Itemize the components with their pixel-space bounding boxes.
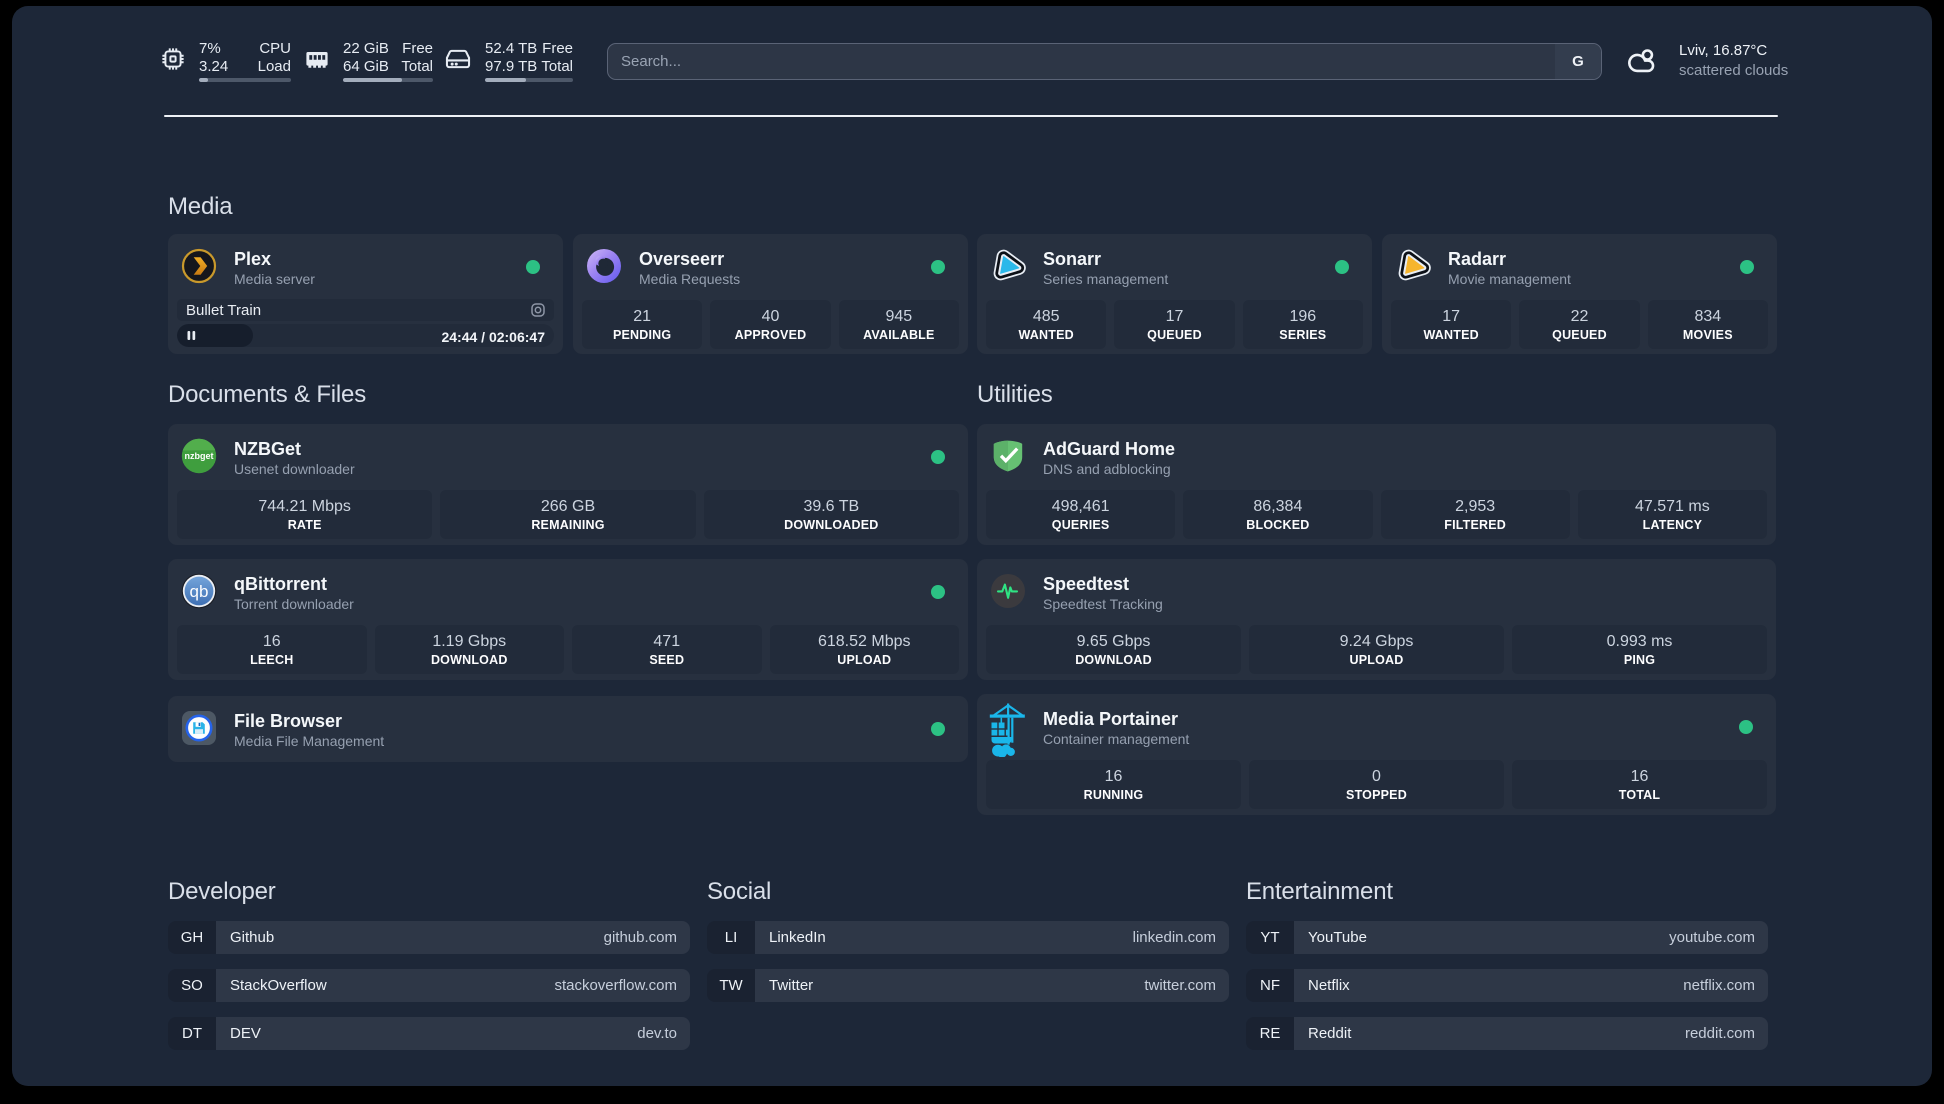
svg-text:qb: qb	[190, 582, 209, 601]
svg-text:nzbget: nzbget	[185, 451, 214, 461]
